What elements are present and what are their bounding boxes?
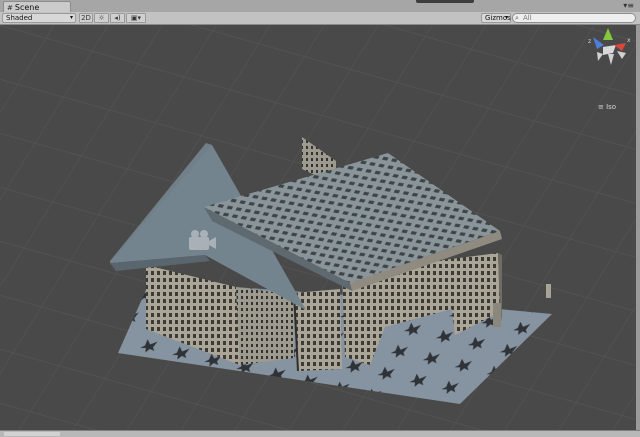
shading-mode-label: Shaded (6, 14, 33, 22)
audio-toggle-button[interactable]: ◂) (110, 13, 125, 23)
projection-toggle[interactable]: ≡ Iso (598, 103, 616, 111)
small-sign (546, 284, 551, 298)
image-icon: ▣▾ (130, 14, 142, 22)
search-icon: ⌕ (515, 14, 519, 22)
sun-icon: ☼ (98, 14, 105, 22)
gizmo-z-letter: z (588, 38, 591, 45)
chevron-down-icon: ▾ (504, 14, 508, 21)
shading-mode-dropdown[interactable]: Shaded ▾ (2, 13, 76, 23)
scene-toolbar: Shaded ▾ 2D ☼ ◂) ▣▾ Gizmos ▾ ⌕ All (0, 12, 640, 25)
tab-scene-label: Scene (14, 3, 40, 12)
lighting-toggle-button[interactable]: ☼ (94, 13, 109, 23)
mode-2d-button[interactable]: 2D (79, 13, 93, 23)
gizmo-x-letter: x (627, 37, 631, 44)
projection-label: Iso (606, 103, 617, 111)
scene-grid-icon: # (7, 4, 13, 12)
search-placeholder: All (523, 14, 532, 22)
center-building-facade (294, 289, 342, 371)
scene-viewport[interactable]: z x ≡ Iso (0, 25, 640, 430)
speaker-icon: ◂) (114, 14, 121, 22)
window-right-edge (636, 25, 640, 430)
window-lock-strip (416, 0, 474, 3)
effects-toggle-button[interactable]: ▣▾ (126, 13, 146, 23)
window-menu-icon[interactable]: ▾≡ (623, 1, 634, 11)
bottom-tab[interactable] (4, 432, 60, 436)
search-input[interactable]: ⌕ All (512, 13, 636, 23)
tab-scene[interactable]: # Scene (3, 1, 71, 12)
scene-canvas[interactable]: z x (0, 25, 640, 430)
chevron-down-icon: ▾ (69, 14, 73, 21)
right-pillar (493, 303, 501, 327)
gizmos-dropdown[interactable]: Gizmos ▾ (481, 13, 511, 23)
